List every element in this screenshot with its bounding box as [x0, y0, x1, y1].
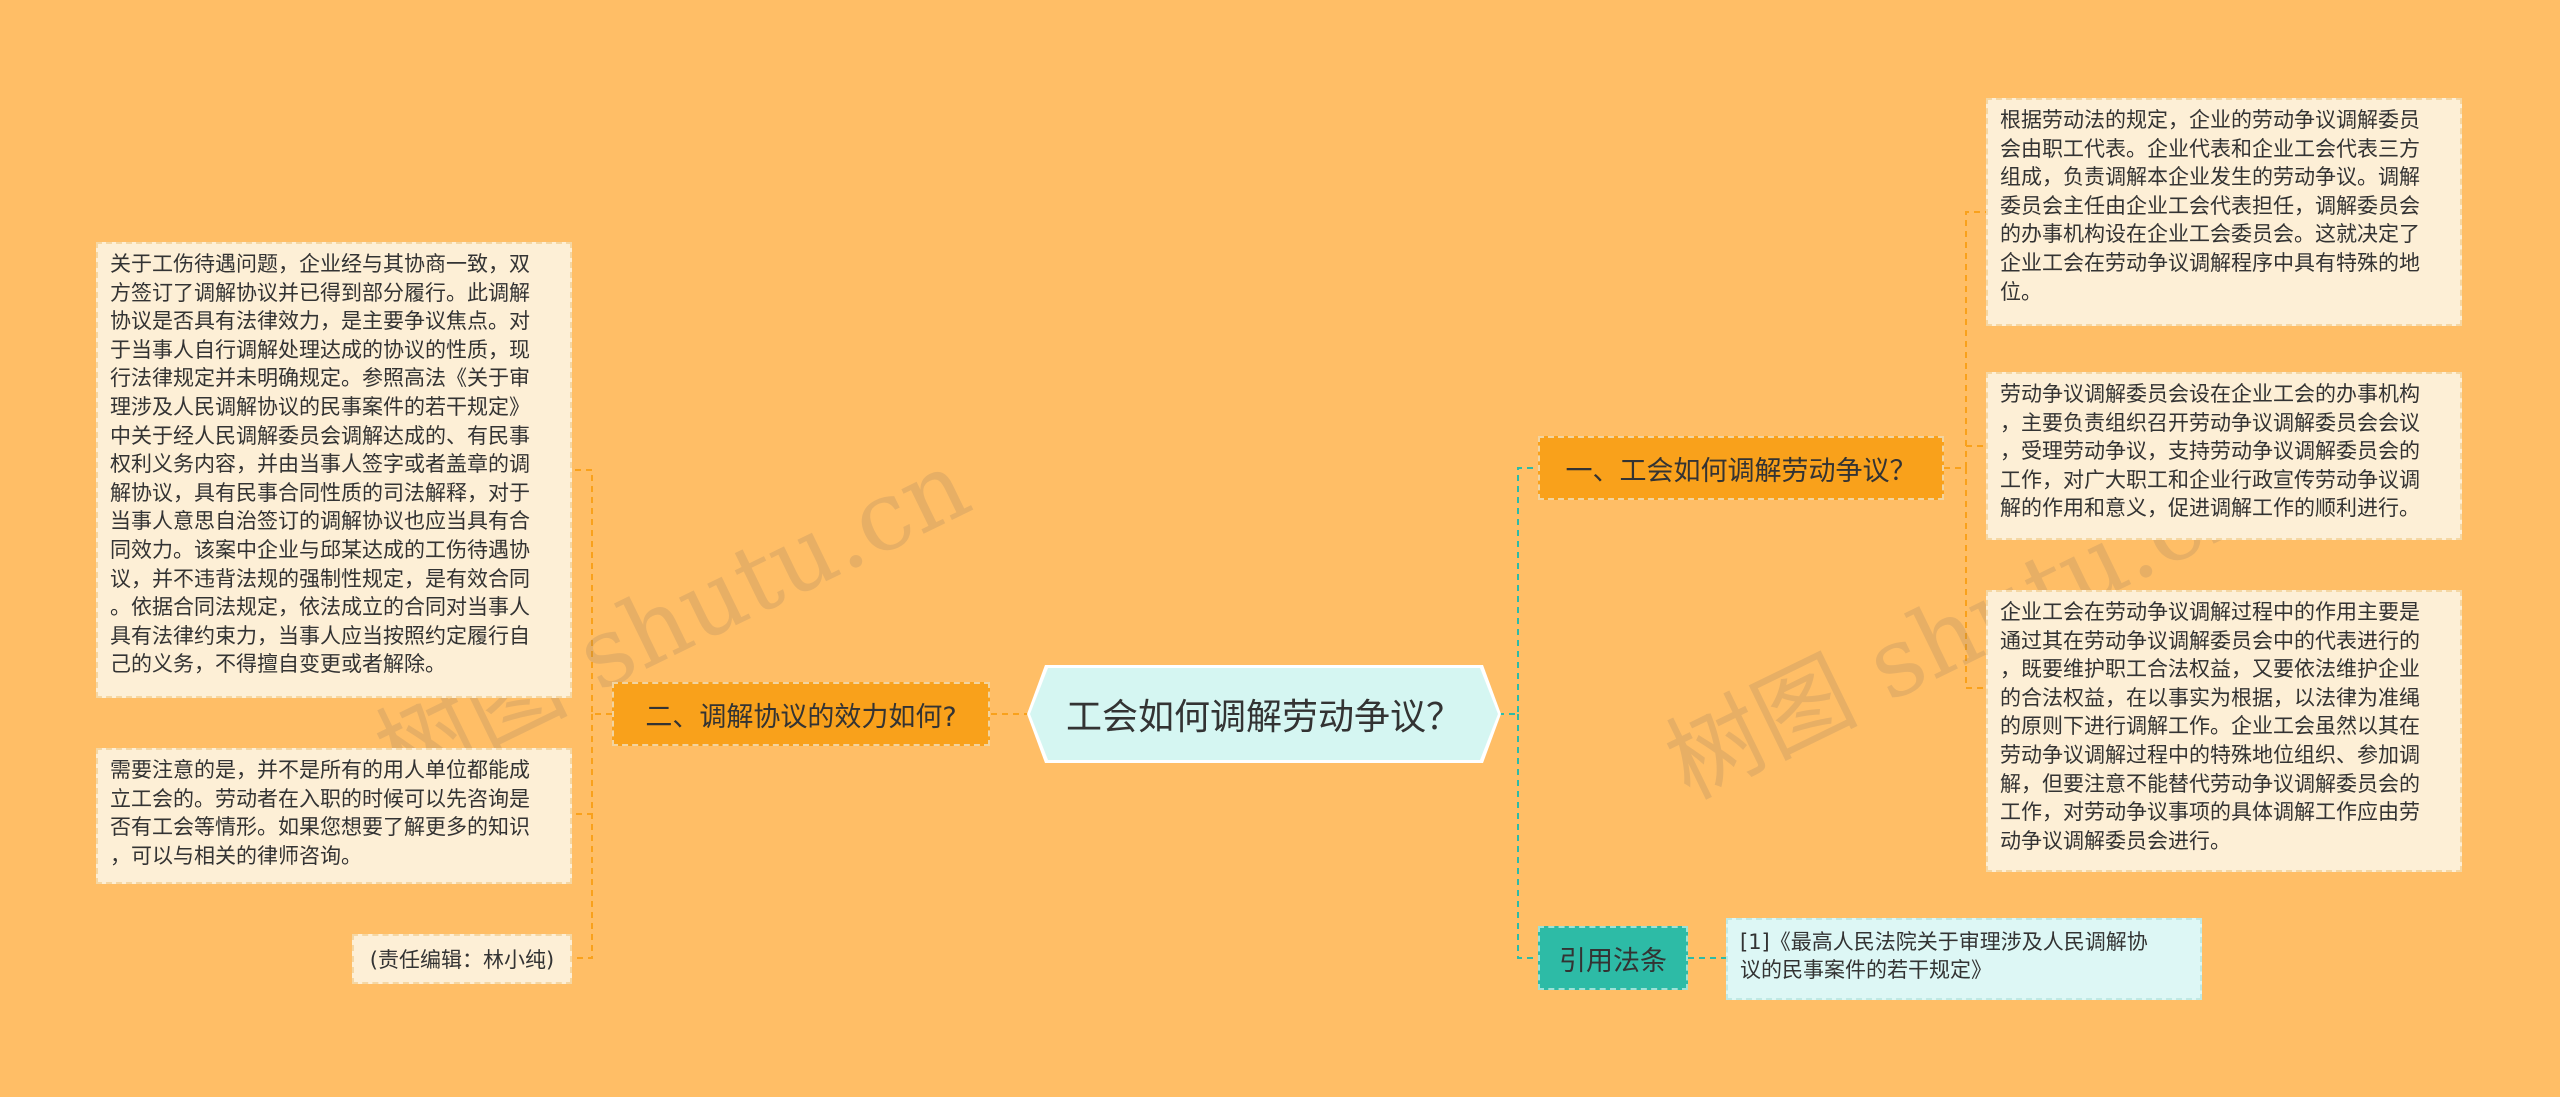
- center-topic[interactable]: 工会如何调解劳动争议？: [1030, 668, 1498, 760]
- branch-left-label: 二、调解协议的效力如何?: [645, 701, 957, 733]
- branch-law-label: 引用法条: [1559, 945, 1667, 977]
- left-leaf-1[interactable]: 关于工伤待遇问题，企业经与其协商一致，双 方签订了调解协议并已得到部分履行。此调…: [96, 242, 572, 698]
- editor-note-label: (责任编辑：林小纯): [369, 948, 555, 972]
- branch-left-topic[interactable]: 二、调解协议的效力如何?: [612, 682, 990, 746]
- right-leaf-2[interactable]: 劳动争议调解委员会设在企业工会的办事机构 ，主要负责组织召开劳动争议调解委员会会…: [1986, 372, 2462, 540]
- branch-right-topic[interactable]: 一、工会如何调解劳动争议？: [1538, 436, 1944, 500]
- center-topic-label: 工会如何调解劳动争议？: [1065, 697, 1462, 738]
- right-leaf-3[interactable]: 企业工会在劳动争议调解过程中的作用主要是 通过其在劳动争议调解委员会中的代表进行…: [1986, 590, 2462, 872]
- connector-right-leaves: [1944, 211, 1986, 689]
- editor-note[interactable]: (责任编辑：林小纯): [352, 934, 572, 984]
- connector-center-right: [1498, 467, 1538, 715]
- connector-left-leaves: [572, 469, 612, 959]
- right-leaf-1[interactable]: 根据劳动法的规定，企业的劳动争议调解委员 会由职工代表。企业代表和企业工会代表三…: [1986, 98, 2462, 326]
- connector-center-law: [1517, 714, 1538, 959]
- law-citation[interactable]: [1]《最高人民法院关于审理涉及人民调解协 议的民事案件的若干规定》: [1726, 918, 2202, 1000]
- left-leaf-2[interactable]: 需要注意的是，并不是所有的用人单位都能成 立工会的。劳动者在入职的时候可以先咨询…: [96, 748, 572, 884]
- branch-law-topic[interactable]: 引用法条: [1538, 926, 1688, 990]
- branch-right-label: 一、工会如何调解劳动争议？: [1565, 455, 1917, 487]
